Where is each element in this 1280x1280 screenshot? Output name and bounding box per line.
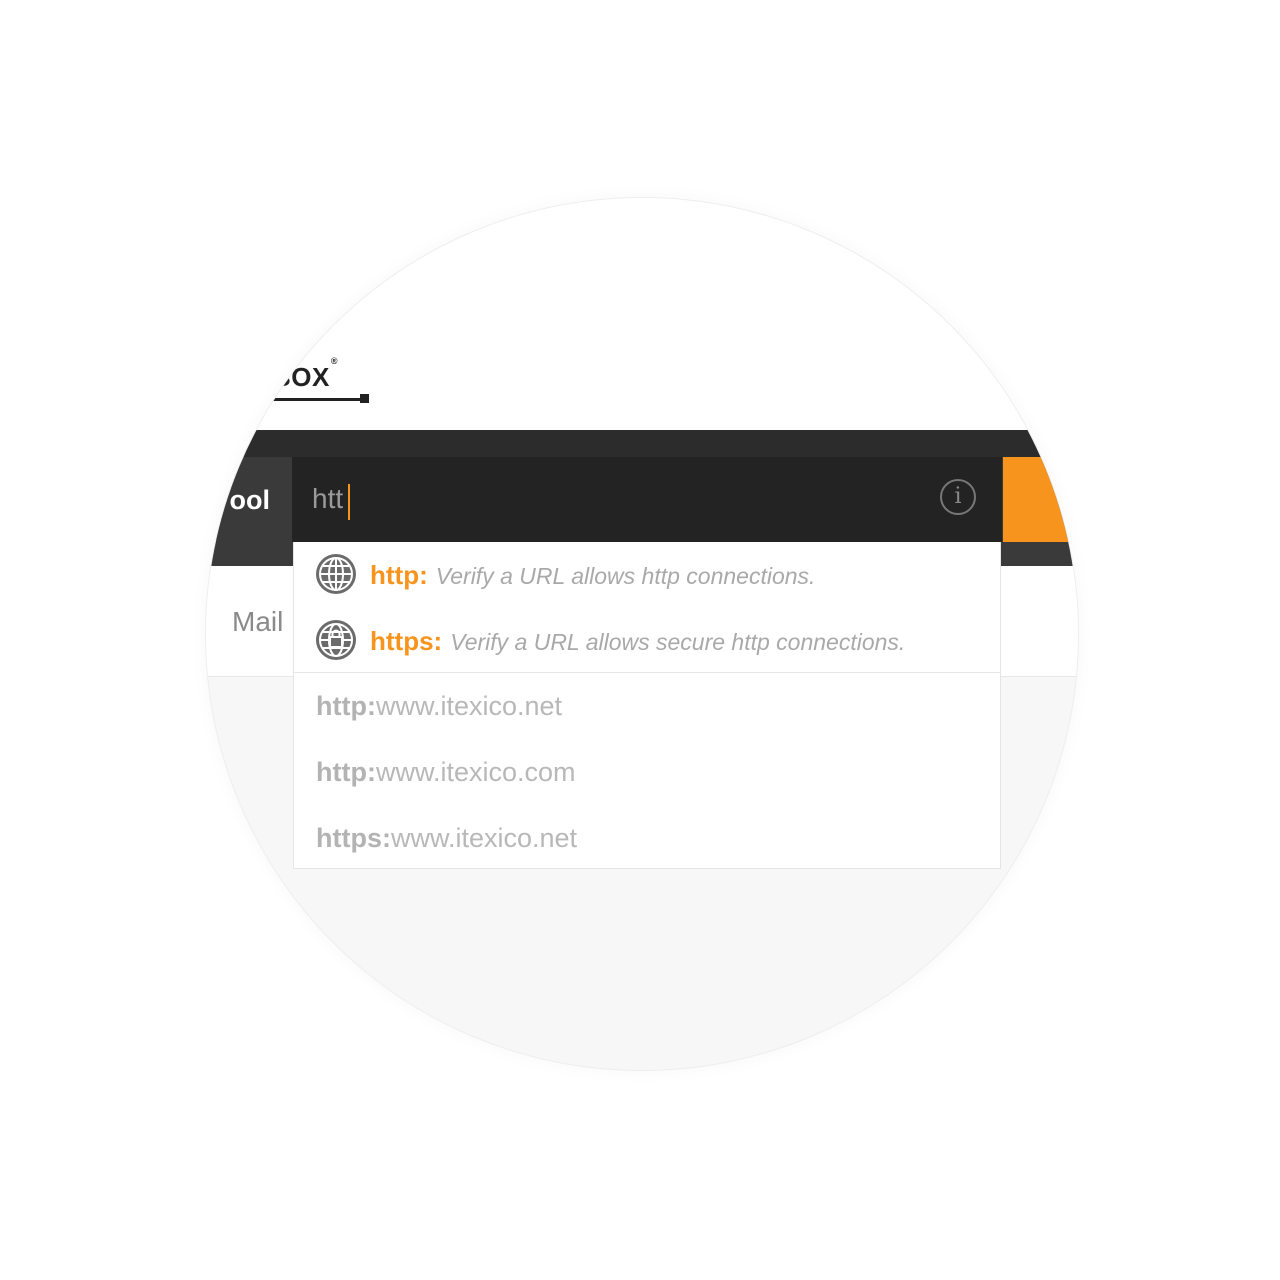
search-box xyxy=(292,457,1002,542)
logo-cable xyxy=(240,398,364,401)
recent-protocol: http: xyxy=(316,757,376,787)
recent-host: www.itexico.net xyxy=(390,823,578,853)
recent-protocol: http: xyxy=(316,691,376,721)
suggestion-https[interactable]: https: Verify a URL allows secure http co… xyxy=(294,608,1000,672)
search-input[interactable] xyxy=(312,477,912,521)
suggestion-http[interactable]: http: Verify a URL allows http connection… xyxy=(294,542,1000,606)
zoom-lens: BOX® ool i Mail xyxy=(206,198,1078,1070)
recent-item[interactable]: https:www.itexico.net xyxy=(316,823,577,873)
recent-host: www.itexico.com xyxy=(375,757,576,787)
registered-mark: ® xyxy=(330,356,338,367)
toolbar-strip xyxy=(206,430,1078,457)
nav-link-mail[interactable]: Mail xyxy=(232,606,283,638)
info-icon[interactable]: i xyxy=(940,479,976,515)
suggestion-description: Verify a URL allows secure http connecti… xyxy=(450,629,906,655)
text-caret xyxy=(348,484,350,520)
recent-protocol: https: xyxy=(316,823,391,853)
dropdown-divider xyxy=(294,672,1000,673)
suggestion-text: http: Verify a URL allows http connection… xyxy=(370,560,815,591)
recent-item[interactable]: http:www.itexico.net xyxy=(316,691,562,741)
logo-plug xyxy=(360,394,369,403)
autocomplete-dropdown: http: Verify a URL allows http connection… xyxy=(293,542,1001,869)
recent-host: www.itexico.net xyxy=(375,691,563,721)
tool-tab-label: ool xyxy=(229,485,271,515)
search-submit-button[interactable] xyxy=(1003,457,1078,542)
suggestion-description: Verify a URL allows http connections. xyxy=(435,563,816,589)
globe-icon xyxy=(316,554,356,594)
secure-globe-icon xyxy=(316,620,356,660)
tool-tab[interactable]: ool xyxy=(206,458,292,540)
suggestion-text: https: Verify a URL allows secure http co… xyxy=(370,626,905,657)
truncated-text xyxy=(209,712,213,716)
suggestion-protocol: https: xyxy=(370,626,443,656)
header-area xyxy=(206,198,1078,430)
suggestion-protocol: http: xyxy=(370,560,428,590)
brand-logo-text: BOX xyxy=(272,362,330,392)
brand-logo: BOX® xyxy=(272,356,338,393)
recent-item[interactable]: http:www.itexico.com xyxy=(316,757,576,807)
